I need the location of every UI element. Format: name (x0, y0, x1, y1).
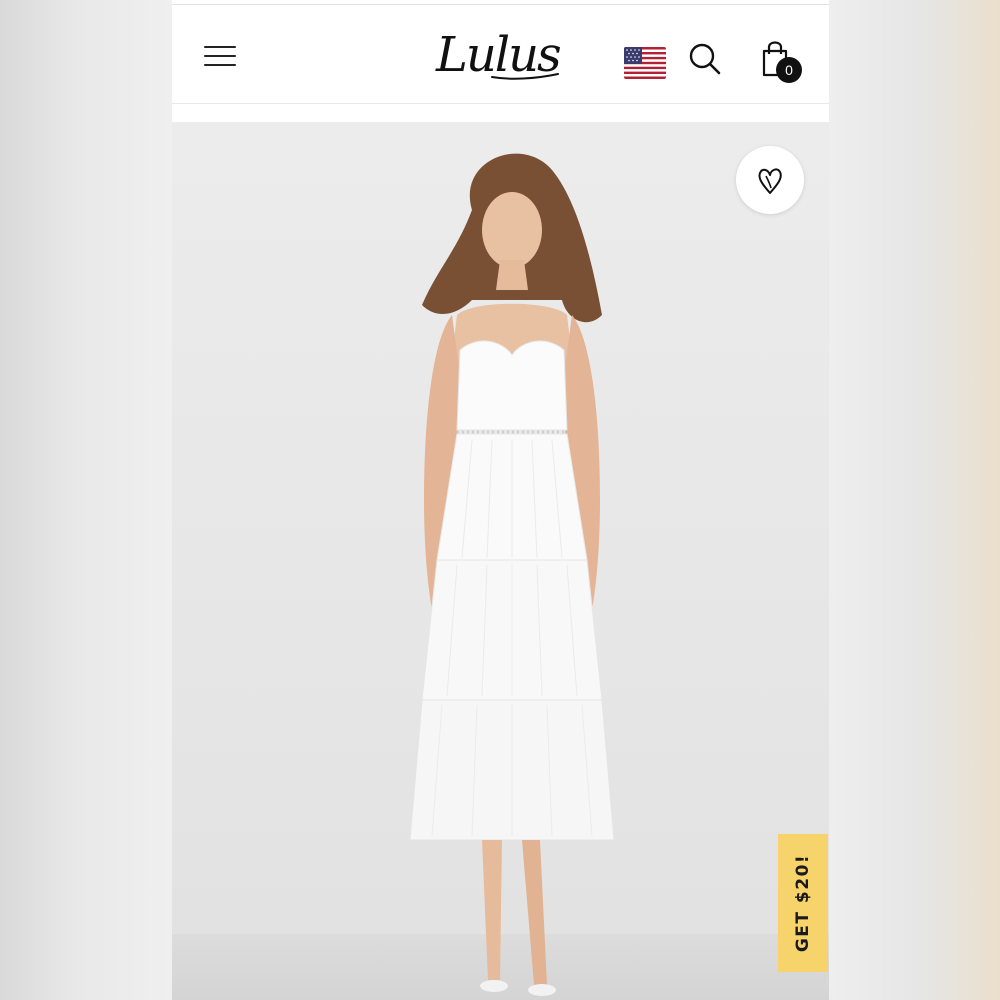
heart-icon (758, 168, 782, 194)
site-header: Lulus 0 (172, 4, 829, 104)
model-in-white-dress-image (409, 153, 615, 996)
logo-swash-icon (491, 73, 559, 80)
hamburger-menu-icon[interactable] (204, 42, 238, 70)
us-flag-icon[interactable] (624, 47, 666, 79)
mobile-page: Lulus 0 GET $20! (172, 0, 829, 1000)
product-image[interactable] (172, 122, 829, 1000)
wishlist-button[interactable] (736, 146, 804, 214)
get-20-promo-tab[interactable]: GET $20! (778, 834, 828, 972)
cart-count-badge: 0 (776, 57, 802, 83)
promo-label: GET $20! (793, 853, 813, 953)
search-icon[interactable] (688, 42, 722, 76)
